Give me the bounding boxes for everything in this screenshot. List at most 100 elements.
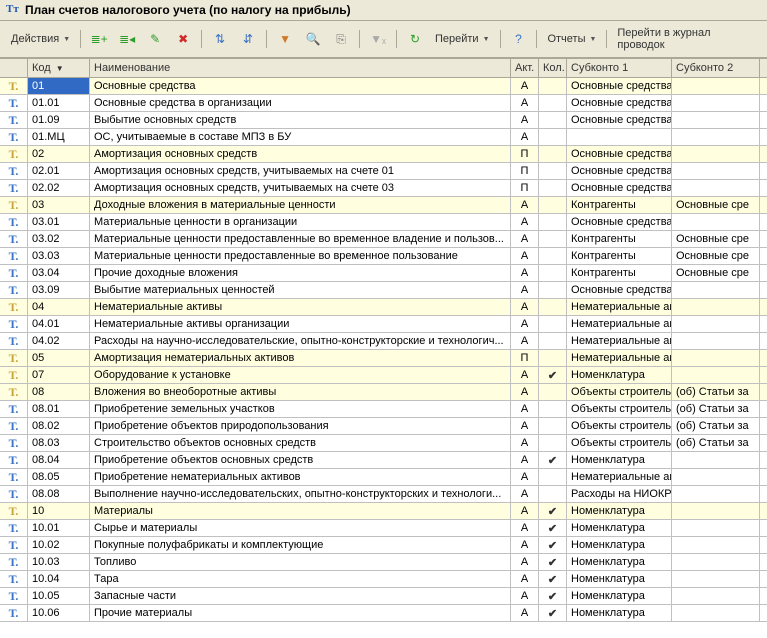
cell-name[interactable]: Топливо [90,554,511,570]
cell-name[interactable]: Покупные полуфабрикаты и комплектующие [90,537,511,553]
col-header-akt[interactable]: Акт. [511,59,539,77]
cell-sub1[interactable]: Основные средства [567,112,672,128]
cell-code[interactable]: 10.03 [28,554,90,570]
table-row[interactable]: Т.03.09Выбытие материальных ценностейАОс… [0,282,767,299]
filter-button[interactable]: ▼ [272,28,298,50]
cell-code[interactable]: 10.05 [28,588,90,604]
table-row[interactable]: Т.04.02Расходы на научно-исследовательск… [0,333,767,350]
cell-sub1[interactable]: Нематериальные ак... [567,350,672,366]
table-row[interactable]: Т.01.09Выбытие основных средствАОсновные… [0,112,767,129]
cell-sub2[interactable] [672,333,760,349]
cell-code[interactable]: 08.01 [28,401,90,417]
cell-sub1[interactable]: Нематериальные ак... [567,299,672,315]
help-button[interactable]: ? [505,28,531,50]
cell-code[interactable]: 03.03 [28,248,90,264]
cell-name[interactable]: Амортизация основных средств, учитываемы… [90,180,511,196]
cell-sub1[interactable]: Номенклатура [567,503,672,519]
cell-code[interactable]: 10 [28,503,90,519]
cell-sub1[interactable]: Нематериальные ак... [567,469,672,485]
cell-sub2[interactable] [672,163,760,179]
cell-sub1[interactable]: Контрагенты [567,231,672,247]
cell-sub1[interactable]: Основные средства [567,146,672,162]
cell-code[interactable]: 04 [28,299,90,315]
table-row[interactable]: Т.07Оборудование к установкеА✔Номенклату… [0,367,767,384]
cell-sub2[interactable]: (об) Статьи за [672,384,760,400]
cell-sub2[interactable] [672,452,760,468]
col-header-kol[interactable]: Кол. [539,59,567,77]
table-row[interactable]: Т.08.01Приобретение земельных участковАО… [0,401,767,418]
table-row[interactable]: Т.10.05Запасные частиА✔Номенклатура [0,588,767,605]
cell-name[interactable]: ОС, учитываемые в составе МПЗ в БУ [90,129,511,145]
cell-code[interactable]: 04.02 [28,333,90,349]
cell-sub2[interactable]: Основные сре [672,231,760,247]
actions-menu[interactable]: Действия ▼ [6,30,75,48]
table-row[interactable]: Т.04.01Нематериальные активы организации… [0,316,767,333]
cell-name[interactable]: Основные средства в организации [90,95,511,111]
refresh-button[interactable]: ↻ [402,28,428,50]
cell-code[interactable]: 01.МЦ [28,129,90,145]
cell-sub2[interactable] [672,282,760,298]
table-row[interactable]: Т.08.03Строительство объектов основных с… [0,435,767,452]
table-row[interactable]: Т.10.03ТопливоА✔Номенклатура [0,554,767,571]
table-row[interactable]: Т.03.02Материальные ценности предоставле… [0,231,767,248]
cell-code[interactable]: 01.09 [28,112,90,128]
table-row[interactable]: Т.08.08Выполнение научно-исследовательск… [0,486,767,503]
cell-code[interactable]: 08.02 [28,418,90,434]
cell-name[interactable]: Материальные ценности предоставленные во… [90,248,511,264]
cell-name[interactable]: Материальные ценности предоставленные во… [90,231,511,247]
cell-sub2[interactable]: (об) Статьи за [672,401,760,417]
cell-sub2[interactable] [672,571,760,587]
cell-sub2[interactable] [672,146,760,162]
cell-code[interactable]: 08.05 [28,469,90,485]
cell-sub2[interactable] [672,520,760,536]
cell-sub1[interactable]: Нематериальные ак... [567,316,672,332]
cell-name[interactable]: Сырье и материалы [90,520,511,536]
cell-sub2[interactable] [672,605,760,621]
table-row[interactable]: Т.03.04Прочие доходные вложенияАКонтраге… [0,265,767,282]
cell-sub2[interactable]: Основные сре [672,265,760,281]
cell-name[interactable]: Доходные вложения в материальные ценност… [90,197,511,213]
cell-name[interactable]: Амортизация нематериальных активов [90,350,511,366]
cell-code[interactable]: 03.01 [28,214,90,230]
move-down-button[interactable]: ⇵ [235,28,261,50]
cell-sub2[interactable] [672,588,760,604]
delete-button[interactable]: ✖ [170,28,196,50]
cell-name[interactable]: Вложения во внеоборотные активы [90,384,511,400]
table-row[interactable]: Т.02Амортизация основных средствПОсновны… [0,146,767,163]
cell-name[interactable]: Приобретение объектов природопользования [90,418,511,434]
table-row[interactable]: Т.01Основные средстваАОсновные средства [0,78,767,95]
cell-sub1[interactable]: Номенклатура [567,605,672,621]
cell-sub2[interactable] [672,129,760,145]
table-row[interactable]: Т.02.02Амортизация основных средств, учи… [0,180,767,197]
cell-sub1[interactable]: Номенклатура [567,554,672,570]
table-row[interactable]: Т.03.03Материальные ценности предоставле… [0,248,767,265]
cell-sub1[interactable]: Основные средства [567,180,672,196]
cell-code[interactable]: 04.01 [28,316,90,332]
cell-code[interactable]: 01.01 [28,95,90,111]
reports-menu[interactable]: Отчеты ▼ [542,30,601,48]
cell-sub2[interactable] [672,554,760,570]
cell-sub1[interactable]: Нематериальные ак... [567,333,672,349]
cell-sub1[interactable]: Расходы на НИОКР [567,486,672,502]
cell-code[interactable]: 07 [28,367,90,383]
cell-sub1[interactable]: Основные средства [567,95,672,111]
table-row[interactable]: Т.08.02Приобретение объектов природополь… [0,418,767,435]
search-button[interactable]: 🔍 [300,28,326,50]
table-row[interactable]: Т.02.01Амортизация основных средств, учи… [0,163,767,180]
cell-sub1[interactable]: Номенклатура [567,367,672,383]
copy-button[interactable]: ⎘ [328,28,354,50]
cell-sub1[interactable]: Основные средства [567,214,672,230]
table-row[interactable]: Т.10.02Покупные полуфабрикаты и комплект… [0,537,767,554]
cell-sub1[interactable]: Основные средства [567,163,672,179]
add-button[interactable]: ≣+ [86,28,112,50]
cell-code[interactable]: 02.01 [28,163,90,179]
clear-filter-button[interactable]: ▼ₓ [365,28,391,50]
cell-sub2[interactable] [672,95,760,111]
cell-code[interactable]: 10.04 [28,571,90,587]
cell-sub2[interactable]: Основные сре [672,197,760,213]
cell-sub2[interactable]: Основные сре [672,248,760,264]
table-row[interactable]: Т.04Нематериальные активыАНематериальные… [0,299,767,316]
cell-name[interactable]: Выбытие материальных ценностей [90,282,511,298]
cell-name[interactable]: Выбытие основных средств [90,112,511,128]
cell-sub1[interactable]: Контрагенты [567,248,672,264]
